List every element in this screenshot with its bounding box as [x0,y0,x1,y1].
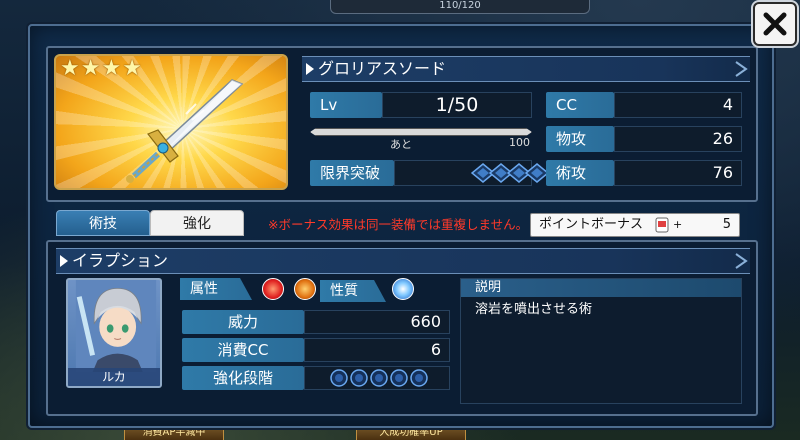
level-value: 1/50 [382,92,532,118]
stat-value-0: 4 [614,92,742,118]
weapon-name: グロリアスソード [318,59,447,78]
enhance-slots [304,366,450,390]
fire-element-icon [262,278,284,300]
level-label: Lv [310,92,382,118]
enhance-slot-icon [390,369,408,387]
close-icon [763,12,787,36]
background-status-bar: 110/120 [330,0,590,14]
power-label: 威力 [182,310,304,334]
power-value: 660 [304,310,450,334]
point-bonus-box: ポイントボーナス + 5 [530,213,740,237]
character-portrait[interactable]: ルカ [66,278,162,388]
exp-remaining: 100 [509,136,530,149]
sword-icon [126,79,244,183]
bonus-notice: ※ボーナス効果は同一装備では重複しません。 [268,217,529,232]
card-icon [655,217,669,233]
attribute-label: 属性 [180,278,252,300]
enhance-slot-icon [350,369,368,387]
stat-value-1: 26 [614,126,742,152]
nature-sparkle-icon [392,278,414,300]
equipment-detail-dialog: ★ ★ ★ ★ グロリアスソード Lv 1/50 あと 100 限界突破 CC … [28,24,774,428]
weapon-card: ★ ★ ★ ★ [54,54,288,190]
tab-enhance[interactable]: 強化 [150,210,244,236]
limit-break-label: 限界突破 [310,160,394,186]
chevron-right-icon [306,63,314,75]
enhance-slot-icon [410,369,428,387]
point-bonus-plus: + [673,218,683,231]
skill-panel: イラプション ルカ 属性 性質 威力 660 消費CC 6 強化段階 説明 溶岩… [46,240,758,416]
nature-label: 性質 [320,280,386,302]
rarity-star-icon: ★ [60,56,80,81]
banner-end-chevron-icon [735,61,748,77]
enhance-slot-icon [370,369,388,387]
stat-label-1: 物攻 [546,126,614,152]
earth-element-icon [294,278,316,300]
exp-prefix: あと [390,138,412,151]
description-text: 溶岩を噴出させる術 [475,302,593,317]
skill-name-banner: イラプション [56,248,750,274]
character-avatar-icon [75,280,157,372]
limit-break-slots [394,160,549,186]
stat-label-2: 術攻 [546,160,614,186]
enhance-label: 強化段階 [182,366,304,390]
chevron-right-icon [60,255,68,267]
exp-track [310,128,532,136]
description-box: 説明 溶岩を噴出させる術 [460,278,742,404]
weapon-name-banner: グロリアスソード [302,56,750,82]
enhance-slot-icon [330,369,348,387]
cost-label: 消費CC [182,338,304,362]
exp-bar: あと 100 [310,126,532,151]
banner-end-chevron-icon [735,253,748,269]
character-name: ルカ [68,368,160,386]
description-head: 説明 [461,279,741,297]
weapon-panel: ★ ★ ★ ★ グロリアスソード Lv 1/50 あと 100 限界突破 CC … [46,46,758,202]
skill-name: イラプション [72,251,169,270]
stat-label-0: CC [546,92,614,118]
point-bonus-value: 5 [722,217,731,232]
close-button[interactable] [753,2,797,46]
stat-value-2: 76 [614,160,742,186]
tab-skill[interactable]: 術技 [56,210,150,236]
cost-value: 6 [304,338,450,362]
point-bonus-label: ポイントボーナス [539,217,644,232]
